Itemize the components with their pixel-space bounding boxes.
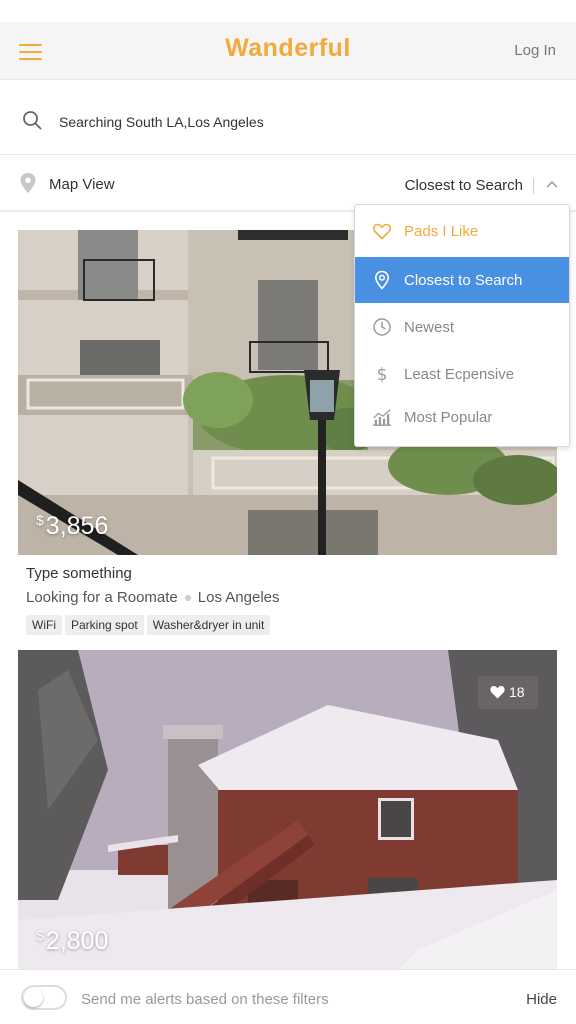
sort-divider (533, 178, 534, 194)
listing-card[interactable]: 18 $2,800 (18, 650, 557, 970)
search-input[interactable]: Searching South LA,Los Angeles (59, 114, 264, 130)
status-bar (0, 0, 576, 22)
sort-option-least-expensive[interactable]: $ Least Ecpensive (355, 351, 569, 397)
cabin-photo (18, 650, 557, 970)
currency-symbol: $ (36, 927, 44, 943)
search-bar[interactable]: Searching South LA,Los Angeles (0, 81, 576, 155)
hamburger-icon[interactable] (19, 42, 43, 61)
chevron-up-icon[interactable] (545, 179, 559, 189)
login-link[interactable]: Log In (514, 42, 556, 59)
price-value: 3,856 (45, 512, 109, 540)
search-icon (23, 111, 42, 130)
listing-price: $2,800 (36, 927, 108, 956)
sort-option-pads-i-like[interactable]: Pads I Like (355, 208, 569, 254)
listing-title: Type something (26, 565, 132, 582)
app-logo[interactable]: Wanderful (225, 34, 351, 62)
svg-text:$: $ (377, 365, 388, 384)
sort-option-most-popular[interactable]: Most Popular (355, 394, 569, 440)
location-pin-icon[interactable] (20, 173, 36, 193)
top-bar: Wanderful Log In (0, 22, 576, 80)
listing-price: $3,856 (36, 512, 108, 541)
alerts-bar: Send me alerts based on these filters Hi… (0, 969, 576, 1024)
clock-icon (373, 318, 391, 336)
sort-dropdown-button[interactable]: Closest to Search (405, 177, 523, 194)
listing-location: Los Angeles (197, 589, 280, 606)
listing-subtitle: Looking for a Roomate Los Angeles (26, 589, 557, 606)
price-value: 2,800 (45, 927, 109, 955)
bar-chart-icon (372, 409, 392, 426)
sort-option-label: Least Ecpensive (404, 366, 515, 383)
sort-option-closest-to-search[interactable]: Closest to Search (355, 257, 569, 303)
listing-photo[interactable]: 18 $2,800 (18, 650, 557, 970)
alerts-toggle[interactable] (21, 985, 67, 1010)
likes-count: 18 (509, 684, 525, 700)
toggle-knob (24, 988, 43, 1007)
likes-badge[interactable]: 18 (478, 676, 538, 709)
sort-menu: Pads I Like Closest to Search Newest $ L… (354, 204, 570, 447)
sort-option-label: Pads I Like (404, 223, 479, 240)
amenity-tag: Parking spot (65, 615, 144, 635)
heart-icon (490, 686, 505, 699)
separator-dot (184, 595, 191, 602)
sort-option-label: Most Popular (404, 409, 493, 426)
dollar-icon: $ (377, 365, 388, 384)
hide-button[interactable]: Hide (526, 991, 557, 1008)
location-pin-icon (374, 270, 390, 290)
currency-symbol: $ (36, 512, 44, 528)
sort-option-newest[interactable]: Newest (355, 304, 569, 350)
heart-outline-icon (372, 223, 392, 240)
amenity-tag: Washer&dryer in unit (146, 615, 271, 635)
listing-type: Looking for a Roomate (26, 589, 178, 606)
map-view-button[interactable]: Map View (49, 176, 115, 193)
amenity-tags: WiFi Parking spot Washer&dryer in unit (26, 615, 557, 635)
amenity-tag: WiFi (26, 615, 62, 635)
sort-option-label: Closest to Search (404, 272, 523, 289)
alerts-label: Send me alerts based on these filters (81, 991, 329, 1008)
sort-option-label: Newest (404, 319, 455, 336)
